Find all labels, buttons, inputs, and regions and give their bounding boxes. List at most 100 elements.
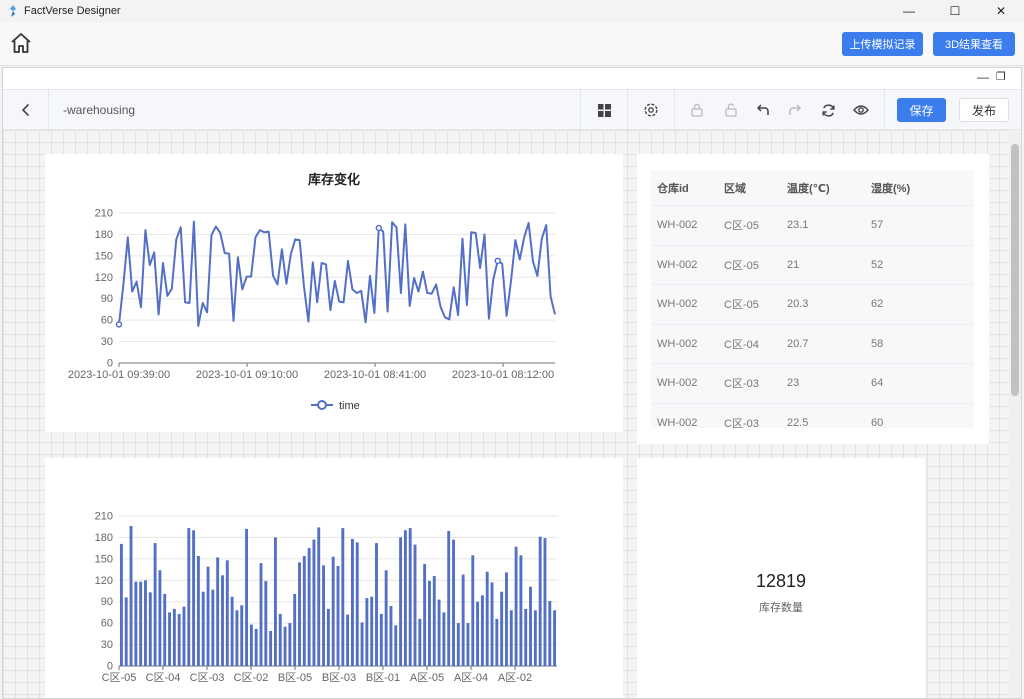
- bar-chart-bar: [163, 593, 167, 666]
- table-cell-warehouse-id: WH-002: [657, 416, 698, 428]
- bar-chart-bar: [196, 556, 200, 666]
- bar-chart-bar: [471, 555, 475, 666]
- bar-chart-bar: [225, 560, 229, 666]
- table-cell-warehouse-id: WH-002: [657, 258, 698, 271]
- bar-chart-bar: [360, 622, 364, 666]
- preview-icon[interactable]: [851, 90, 871, 130]
- bar-chart-bar: [403, 530, 407, 666]
- line-chart-x-tick-label: 2023-10-01 09:39:00: [68, 369, 170, 381]
- warehouse-table-panel[interactable]: 仓库id 区域 温度(℃) 湿度(%) WH-002 C区-05 23.1 57…: [637, 154, 989, 444]
- bar-chart-bar: [168, 612, 171, 666]
- minimize-icon[interactable]: —: [886, 0, 932, 22]
- line-chart-legend-marker: [317, 400, 327, 410]
- bar-chart-bar: [370, 596, 374, 666]
- table-cell-humidity: 58: [871, 337, 884, 350]
- table-cell-warehouse-id: WH-002: [657, 298, 698, 311]
- table-cell-temperature: 23: [787, 377, 800, 390]
- line-chart-x-tick-label: 2023-10-01 09:10:00: [196, 369, 298, 381]
- upload-simulation-record-button[interactable]: 上传模拟记录: [842, 32, 923, 56]
- design-canvas[interactable]: 库存变化 0 30 60 90 120 150 180 210 2023-10-01 09:39…: [3, 130, 1009, 698]
- maximize-icon[interactable]: ☐: [932, 0, 978, 22]
- bar-chart-bar: [519, 555, 523, 666]
- save-button[interactable]: 保存: [897, 98, 946, 122]
- bar-chart-bar: [432, 576, 436, 666]
- bar-chart-x-tick-label: C区-02: [234, 672, 269, 684]
- table-cell-warehouse-id: WH-002: [657, 219, 698, 232]
- bar-chart-bar: [148, 592, 152, 666]
- toolbar-divider: [580, 90, 581, 130]
- bar-chart-bar: [331, 556, 335, 666]
- bar-chart-bar: [389, 606, 393, 666]
- bar-chart-bar: [317, 527, 321, 666]
- publish-button[interactable]: 发布: [959, 98, 1009, 122]
- bar-chart-y-tick-label: 120: [95, 575, 113, 587]
- bar-chart-bar: [529, 586, 532, 666]
- table-header-row: 仓库id 区域 温度(℃) 湿度(%): [651, 170, 974, 206]
- bar-chart-bar: [442, 612, 446, 666]
- bar-chart-x-tick-label: C区-04: [146, 672, 181, 684]
- table-row: WH-002 C区-05 23.1 57: [651, 206, 974, 246]
- bar-chart-bar: [144, 580, 147, 666]
- bar-chart-bar: [509, 610, 513, 666]
- bar-chart-bar: [235, 610, 239, 666]
- home-icon[interactable]: [9, 31, 33, 55]
- bar-chart-bar: [288, 623, 292, 666]
- document-name: -warehousing: [63, 103, 136, 117]
- settings-icon[interactable]: [641, 90, 661, 130]
- bar-chart-bar: [134, 581, 138, 666]
- inventory-count-panel[interactable]: 12819 库存数量: [637, 458, 925, 698]
- line-chart-point: [494, 257, 501, 265]
- refresh-icon[interactable]: [818, 90, 838, 130]
- bar-chart-x-tick-label: C区-03: [190, 672, 225, 684]
- undo-icon[interactable]: [753, 90, 773, 130]
- app-title: FactVerse Designer: [24, 5, 121, 17]
- editor-restore-icon[interactable]: ❐: [996, 70, 1006, 83]
- bar-chart-bar: [461, 574, 465, 666]
- bar-chart-x-tick-label: B区-05: [278, 672, 312, 684]
- redo-icon[interactable]: [785, 90, 805, 130]
- bar-chart-bar: [553, 610, 557, 666]
- bar-chart-bar: [177, 613, 181, 666]
- inventory-line-chart-panel[interactable]: 库存变化 0 30 60 90 120 150 180 210 2023-10-01 09:39…: [45, 154, 623, 432]
- line-chart-y-tick-label: 120: [95, 272, 113, 284]
- bar-chart-bar: [514, 546, 518, 666]
- bar-chart-bar: [153, 543, 157, 666]
- table-header-warehouse-id: 仓库id: [657, 182, 689, 195]
- window-controls: — ☐ ✕: [886, 0, 1024, 22]
- table-cell-temperature: 22.5: [787, 416, 809, 428]
- inventory-count-value: 12819: [755, 571, 807, 591]
- layout-icon[interactable]: [594, 90, 614, 130]
- bar-chart-bar: [264, 581, 268, 666]
- app-topbar: 上传模拟记录 3D结果查看: [0, 22, 1024, 66]
- bar-chart-bar: [346, 614, 350, 666]
- toolbar-divider: [884, 90, 885, 130]
- bar-chart-bar: [245, 528, 248, 666]
- bar-chart-bar: [230, 596, 234, 666]
- canvas-scrollbar[interactable]: [1009, 130, 1021, 698]
- unlock-icon[interactable]: [721, 90, 741, 130]
- close-icon[interactable]: ✕: [978, 0, 1024, 22]
- table-row: WH-002 C区-05 21 52: [651, 246, 974, 285]
- bar-chart-bar: [336, 566, 340, 666]
- bar-chart-bar: [249, 624, 253, 666]
- zone-bar-chart-panel[interactable]: 0 30 60 90 120 150 180 210 C区-05 C区-04 C区-03 C区-02 B…: [45, 458, 623, 698]
- bar-chart-bar: [548, 601, 552, 666]
- bar-chart-bar: [476, 601, 480, 666]
- bar-chart-bar: [408, 528, 412, 666]
- bar-chart-bar: [394, 625, 398, 666]
- table-row: WH-002 C区-05 20.3 62: [651, 285, 974, 325]
- bar-chart-bar: [423, 563, 427, 666]
- line-chart-y-tick-label: 150: [95, 250, 113, 262]
- back-button[interactable]: [3, 90, 49, 130]
- line-chart-point: [115, 321, 123, 328]
- view-3d-results-button[interactable]: 3D结果查看: [933, 32, 1015, 56]
- bar-chart-bar: [206, 566, 210, 666]
- chevron-left-icon: [21, 103, 29, 117]
- bar-chart-bar: [399, 537, 403, 666]
- bar-chart-bar: [172, 608, 176, 666]
- scrollbar-thumb[interactable]: [1011, 144, 1019, 396]
- lock-icon[interactable]: [687, 90, 707, 130]
- editor-minimize-icon[interactable]: —: [977, 70, 989, 84]
- bar-chart-bar: [254, 628, 258, 666]
- line-chart-y-tick-label: 30: [101, 336, 113, 348]
